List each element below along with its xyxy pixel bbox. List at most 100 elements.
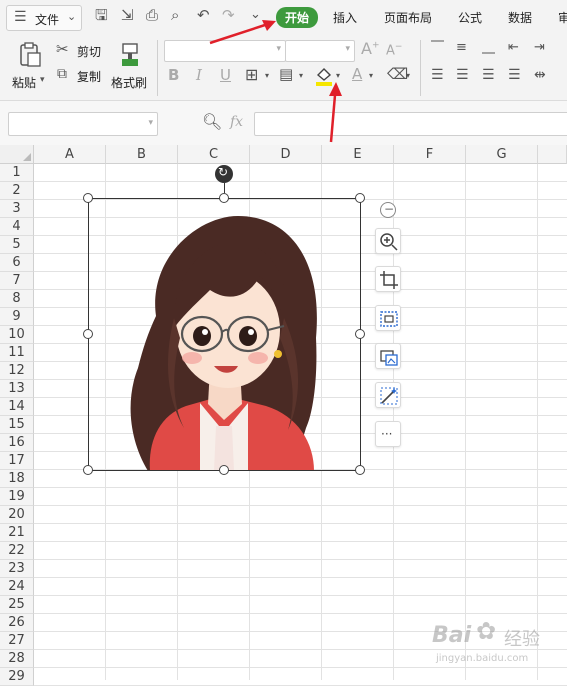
tab-data[interactable]: 数据 xyxy=(508,9,532,26)
row-header[interactable]: 27 xyxy=(0,632,34,650)
column-header[interactable]: F xyxy=(394,145,466,164)
row-header[interactable]: 13 xyxy=(0,380,34,398)
fx-button[interactable]: fx xyxy=(230,115,243,129)
row-header[interactable]: 25 xyxy=(0,596,34,614)
copy-button[interactable]: ⧉ 复制 xyxy=(56,67,106,85)
resize-handle-bottom-right[interactable] xyxy=(355,465,365,475)
worksheet-grid[interactable]: ABCDEFG 1 2 3 4 5 6 7 8 9 10 11 12 13 14 15 16 17 18 19 20 2… xyxy=(0,145,567,686)
row-header[interactable]: 14 xyxy=(0,398,34,416)
paste-button[interactable]: 粘贴 ▾ xyxy=(10,40,48,92)
font-shrink-icon[interactable]: A− xyxy=(386,43,402,58)
replace-image-button[interactable] xyxy=(375,343,401,369)
resize-handle-right[interactable] xyxy=(355,329,365,339)
row-header[interactable]: 5 xyxy=(0,236,34,254)
print-icon[interactable]: ⎙ xyxy=(146,8,158,23)
font-grow-icon[interactable]: A+ xyxy=(361,41,380,57)
clear-dropdown-icon[interactable]: ▾ xyxy=(406,72,410,80)
bold-button[interactable]: B xyxy=(168,68,179,83)
row-header[interactable]: 22 xyxy=(0,542,34,560)
file-menu-button[interactable]: ☰ 文件 ⌄ xyxy=(6,5,82,31)
align-center-icon[interactable]: ☰ xyxy=(456,68,469,82)
more-options-button[interactable]: ··· xyxy=(375,421,401,447)
resize-handle-top-right[interactable] xyxy=(355,193,365,203)
row-header[interactable]: 8 xyxy=(0,290,34,308)
font-name-select[interactable]: ▾ xyxy=(164,40,286,62)
cell-style-dropdown-icon[interactable]: ▾ xyxy=(299,72,303,80)
zoom-lookup-icon[interactable]: 🔍︎ xyxy=(202,114,222,130)
row-header[interactable]: 11 xyxy=(0,344,34,362)
row-header[interactable]: 19 xyxy=(0,488,34,506)
row-header[interactable]: 15 xyxy=(0,416,34,434)
row-header[interactable]: 10 xyxy=(0,326,34,344)
tab-review[interactable]: 审 xyxy=(558,9,567,26)
edit-image-button[interactable] xyxy=(375,382,401,408)
resize-handle-bottom-left[interactable] xyxy=(83,465,93,475)
row-header[interactable]: 6 xyxy=(0,254,34,272)
align-right-icon[interactable]: ☰ xyxy=(482,68,495,82)
more-menu-icon[interactable]: ⌄ xyxy=(250,8,261,21)
resize-handle-top-left[interactable] xyxy=(83,193,93,203)
column-header[interactable]: D xyxy=(250,145,322,164)
format-painter-button[interactable]: 格式刷 xyxy=(110,40,152,92)
row-header[interactable]: 23 xyxy=(0,560,34,578)
column-header[interactable]: A xyxy=(34,145,106,164)
column-header[interactable]: E xyxy=(322,145,394,164)
column-header[interactable]: C xyxy=(178,145,250,164)
row-header[interactable]: 28 xyxy=(0,650,34,668)
row-header[interactable]: 21 xyxy=(0,524,34,542)
row-header[interactable]: 20 xyxy=(0,506,34,524)
font-color-button[interactable]: A ▾ xyxy=(350,66,378,86)
row-header[interactable]: 16 xyxy=(0,434,34,452)
row-header[interactable]: 2 xyxy=(0,182,34,200)
row-header[interactable]: 17 xyxy=(0,452,34,470)
indent-decrease-icon[interactable]: ⇤ xyxy=(508,41,519,54)
row-header[interactable]: 1 xyxy=(0,164,34,182)
tab-formulas[interactable]: 公式 xyxy=(458,9,482,26)
justify-icon[interactable]: ☰ xyxy=(508,68,521,82)
align-top-icon[interactable]: ⎺ xyxy=(431,41,444,54)
underline-button[interactable]: U xyxy=(220,68,231,83)
fill-color-button[interactable]: ▾ xyxy=(314,66,344,86)
italic-button[interactable]: I xyxy=(196,68,202,83)
select-all-corner[interactable] xyxy=(0,145,34,164)
column-header[interactable]: B xyxy=(106,145,178,164)
cell-style-icon[interactable]: ▤ xyxy=(279,67,293,82)
print-preview-icon[interactable]: ⌕ xyxy=(171,8,179,23)
row-header[interactable]: 24 xyxy=(0,578,34,596)
resize-handle-top[interactable] xyxy=(219,193,229,203)
font-size-select[interactable]: ▾ xyxy=(285,40,355,62)
borders-dropdown-icon[interactable]: ▾ xyxy=(265,72,269,80)
cut-button[interactable]: ✂ 剪切 xyxy=(56,42,106,60)
align-bottom-icon[interactable]: ⎽ xyxy=(482,41,495,54)
row-header[interactable]: 9 xyxy=(0,308,34,326)
resize-handle-left[interactable] xyxy=(83,329,93,339)
tab-insert[interactable]: 插入 xyxy=(333,9,357,26)
selected-picture[interactable]: ↻ xyxy=(83,165,365,475)
name-box[interactable]: ▾ xyxy=(8,112,158,136)
row-header[interactable]: 12 xyxy=(0,362,34,380)
column-header[interactable]: G xyxy=(466,145,538,164)
align-middle-icon[interactable]: ≡ xyxy=(456,41,467,54)
formula-input[interactable] xyxy=(254,112,567,136)
row-header[interactable]: 4 xyxy=(0,218,34,236)
undo-icon[interactable]: ↶ xyxy=(197,8,210,23)
picture-frame-button[interactable] xyxy=(375,305,401,331)
export-icon[interactable]: ⇲ xyxy=(121,8,134,23)
redo-icon[interactable]: ↷ xyxy=(222,8,235,23)
save-icon[interactable]: 🖫 xyxy=(95,8,108,23)
borders-icon[interactable]: ⊞ xyxy=(245,67,258,83)
crop-button[interactable] xyxy=(375,266,401,292)
row-header[interactable]: 26 xyxy=(0,614,34,632)
indent-increase-icon[interactable]: ⇥ xyxy=(534,41,545,54)
row-header[interactable]: 29 xyxy=(0,668,34,686)
align-left-icon[interactable]: ☰ xyxy=(431,68,444,82)
resize-handle-bottom[interactable] xyxy=(219,465,229,475)
row-header[interactable]: 3 xyxy=(0,200,34,218)
rotate-handle[interactable]: ↻ xyxy=(215,165,233,183)
collapse-toolbar-button[interactable]: − xyxy=(380,202,396,218)
distributed-icon[interactable]: ⇹ xyxy=(534,68,546,82)
tab-page-layout[interactable]: 页面布局 xyxy=(384,9,432,26)
zoom-in-button[interactable] xyxy=(375,228,401,254)
row-header[interactable]: 7 xyxy=(0,272,34,290)
tab-home[interactable]: 开始 xyxy=(276,7,319,28)
